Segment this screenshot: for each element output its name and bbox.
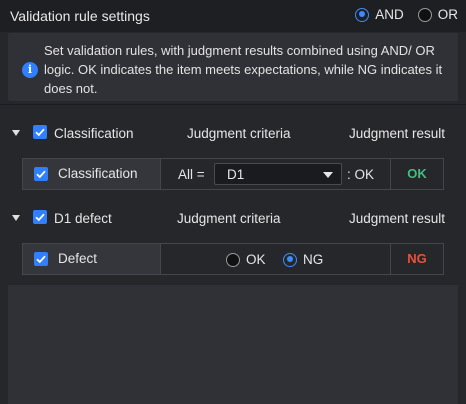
divider (0, 104, 466, 105)
result-header: Judgment result (348, 126, 445, 141)
empty-panel-area (8, 285, 458, 404)
or-radio-option[interactable]: OR (417, 7, 458, 22)
header-bar: Validation rule settings AND OR (0, 0, 466, 32)
rule-name: Defect (58, 251, 98, 266)
info-text: Set validation rules, with judgment resu… (44, 43, 443, 96)
logic-radio-group: AND OR (341, 7, 458, 22)
section-label: D1 defect (54, 211, 112, 226)
section-header-classification: Classification Judgment criteria Judgmen… (0, 121, 466, 145)
collapse-caret-icon[interactable] (12, 215, 20, 221)
criteria-prefix: All = (178, 167, 205, 182)
criteria-header: Judgment criteria (177, 211, 281, 226)
rule-checkbox-defect[interactable] (34, 252, 48, 266)
rule-row-defect: Defect OK NG NG (22, 243, 444, 275)
section-label: Classification (54, 126, 134, 141)
ng-radio-label: NG (303, 252, 324, 267)
ok-radio-option[interactable]: OK (226, 252, 266, 267)
section-checkbox-d1-defect[interactable] (33, 210, 47, 224)
collapse-caret-icon[interactable] (12, 130, 20, 136)
class-select[interactable]: D1 (214, 163, 342, 185)
rule-name: Classification (58, 166, 138, 181)
or-radio-label: OR (437, 7, 458, 22)
criteria-suffix: : OK (347, 167, 375, 182)
rule-name-cell: Defect (23, 244, 161, 274)
chevron-down-icon (323, 172, 333, 178)
ok-radio-icon (226, 252, 240, 267)
checkmark-icon (36, 170, 46, 179)
criteria-header: Judgment criteria (187, 126, 291, 141)
and-radio-option[interactable]: AND (355, 7, 404, 22)
rule-checkbox-classification[interactable] (34, 167, 48, 181)
checkmark-icon (35, 213, 45, 222)
select-value: D1 (227, 167, 245, 182)
checkmark-icon (35, 128, 45, 137)
result-header: Judgment result (348, 211, 445, 226)
result-badge-ok: OK (390, 159, 443, 189)
rule-name-cell: Classification (23, 159, 161, 189)
info-panel: i Set validation rules, with judgment re… (8, 33, 458, 101)
and-radio-icon (355, 7, 370, 22)
page-title: Validation rule settings (10, 8, 150, 24)
and-radio-label: AND (375, 7, 404, 22)
section-header-d1-defect: D1 defect Judgment criteria Judgment res… (0, 206, 466, 230)
result-badge-ng: NG (390, 244, 443, 274)
ng-radio-option[interactable]: NG (283, 252, 323, 267)
section-checkbox-classification[interactable] (33, 125, 47, 139)
rule-row-classification: Classification All = D1 : OK OK (22, 158, 444, 190)
info-icon: i (22, 62, 38, 78)
ok-radio-label: OK (246, 252, 266, 267)
checkmark-icon (36, 255, 46, 264)
ng-radio-icon (283, 252, 297, 267)
or-radio-icon (417, 7, 432, 22)
